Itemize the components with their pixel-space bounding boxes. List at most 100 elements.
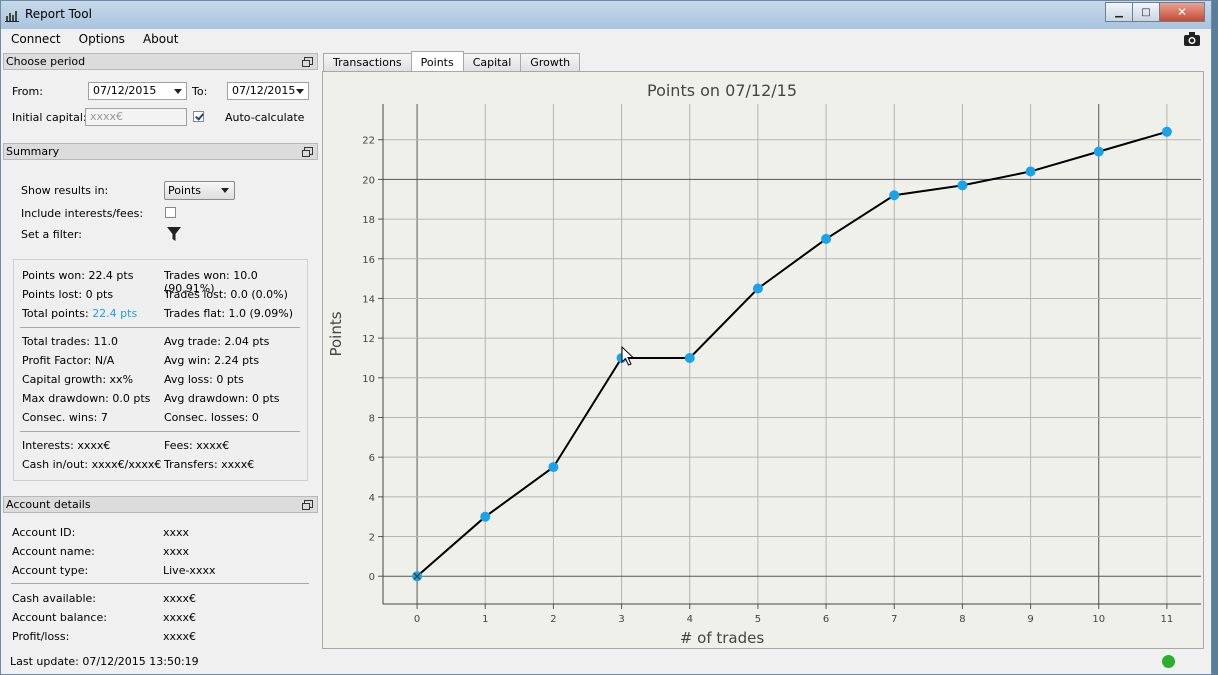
menu-about[interactable]: About [133, 32, 186, 46]
tab-points[interactable]: Points [410, 51, 464, 71]
last-update-text: Last update: 07/12/2015 13:50:19 [10, 655, 199, 668]
y-tick-label: 2 [369, 533, 375, 544]
auto-calculate-label: Auto-calculate [225, 111, 305, 124]
points-chart-area: 0 1 2 3 4 5 6 7 8 9 10 11 0 2 4 6 8 10 12 14 16 18 20 22 Points … [322, 71, 1204, 649]
tab-growth[interactable]: Growth [520, 53, 581, 71]
status-bar: Last update: 07/12/2015 13:50:19 [1, 650, 1211, 674]
close-button[interactable]: ✕ [1159, 2, 1205, 22]
data-point [1161, 126, 1172, 137]
show-results-label: Show results in: [21, 184, 109, 197]
chart-title: Points on 07/12/15 [647, 81, 797, 100]
consec-wins: Consec. wins: 7 [22, 411, 108, 424]
trades-lost: Trades lost: 0.0 (0.0%) [164, 288, 288, 301]
y-tick-label: 18 [362, 215, 375, 226]
cash-in-out: Cash in/out: xxxx€/xxxx€ [22, 458, 162, 471]
chevron-down-icon [221, 188, 229, 193]
close-icon: ✕ [1176, 5, 1188, 19]
data-point [957, 180, 968, 191]
data-point [684, 352, 695, 363]
x-tick-label: 8 [959, 614, 965, 625]
to-date-value: 07/12/2015 [232, 84, 296, 97]
minimize-button[interactable]: ▁ [1105, 2, 1133, 22]
profit-factor: Profit Factor: N/A [22, 354, 115, 367]
show-results-value: Points [168, 184, 202, 197]
data-point [1093, 146, 1104, 157]
account-details-title: Account details [6, 498, 91, 511]
y-axis-label: Points [327, 311, 345, 356]
account-details-header: Account details [3, 496, 318, 513]
undock-icon[interactable] [302, 500, 313, 510]
y-tick-label: 22 [362, 136, 375, 147]
to-label: To: [192, 85, 208, 98]
total-points: Total points: 22.4 pts [22, 307, 137, 320]
y-tick-label: 16 [362, 255, 375, 266]
capital-growth: Capital growth: xx% [22, 373, 134, 386]
include-interests-checkbox[interactable] [165, 207, 176, 218]
x-axis-label: # of trades [680, 629, 765, 647]
y-tick-label: 8 [369, 413, 375, 424]
points-won: Points won: 22.4 pts [22, 269, 134, 282]
x-tick-label: 11 [1161, 614, 1174, 625]
avg-trade: Avg trade: 2.04 pts [164, 335, 270, 348]
transfers: Transfers: xxxx€ [164, 458, 255, 471]
chevron-down-icon [296, 89, 304, 94]
summary-title: Summary [6, 145, 60, 158]
points-lost: Points lost: 0 pts [22, 288, 114, 301]
x-tick-label: 4 [687, 614, 693, 625]
filter-icon[interactable] [166, 226, 182, 242]
max-drawdown: Max drawdown: 0.0 pts [22, 392, 151, 405]
consec-losses: Consec. losses: 0 [164, 411, 259, 424]
y-tick-label: 6 [369, 453, 375, 464]
undock-icon[interactable] [302, 57, 313, 67]
undock-icon[interactable] [302, 147, 313, 157]
divider [20, 431, 300, 432]
divider [11, 583, 309, 584]
avg-drawdown: Avg drawdown: 0 pts [164, 392, 280, 405]
summary-header: Summary [3, 143, 318, 160]
to-date-picker[interactable]: 07/12/2015 [227, 82, 309, 100]
x-tick-label: 7 [891, 614, 897, 625]
account-balance-label: Account balance: [12, 611, 107, 624]
menu-bar: Connect Options About [1, 29, 1211, 49]
initial-capital-placeholder: xxxx€ [90, 110, 124, 123]
x-tick-label: 0 [414, 614, 420, 625]
x-tick-label: 3 [618, 614, 624, 625]
menu-options[interactable]: Options [69, 32, 133, 46]
avg-win: Avg win: 2.24 pts [164, 354, 260, 367]
initial-capital-input[interactable]: xxxx€ [85, 108, 187, 126]
title-bar[interactable]: Report Tool ▁ □ ✕ [1, 1, 1211, 29]
chart-tabs: Transactions Points Capital Growth [323, 51, 581, 71]
chart-app-icon [5, 11, 19, 22]
include-interests-label: Include interests/fees: [21, 207, 144, 220]
avg-loss: Avg loss: 0 pts [164, 373, 244, 386]
from-date-value: 07/12/2015 [93, 84, 157, 97]
points-chart: 0 1 2 3 4 5 6 7 8 9 10 110246810121416182022Points … [327, 81, 1201, 647]
camera-icon[interactable] [1183, 31, 1201, 47]
trades-flat: Trades flat: 1.0 (9.09%) [164, 307, 294, 320]
data-point [1025, 166, 1036, 177]
x-tick-label: 10 [1092, 614, 1105, 625]
tab-transactions[interactable]: Transactions [323, 53, 412, 71]
data-point [821, 233, 832, 244]
maximize-button[interactable]: □ [1132, 2, 1160, 22]
show-results-combo[interactable]: Points [164, 181, 235, 200]
auto-calculate-checkbox[interactable] [193, 111, 204, 122]
account-type-label: Account type: [12, 564, 89, 577]
from-date-picker[interactable]: 07/12/2015 [88, 82, 187, 100]
cash-available-label: Cash available: [12, 592, 96, 605]
data-point [889, 190, 900, 201]
minimize-icon: ▁ [1115, 6, 1123, 18]
account-id-label: Account ID: [12, 526, 76, 539]
y-tick-label: 20 [362, 175, 375, 186]
y-tick-label: 14 [362, 294, 375, 305]
x-tick-label: 6 [823, 614, 829, 625]
tab-capital[interactable]: Capital [462, 53, 522, 71]
from-label: From: [12, 85, 43, 98]
initial-capital-label: Initial capital: [12, 111, 87, 124]
menu-connect[interactable]: Connect [1, 32, 69, 46]
total-points-label: Total points: [22, 307, 93, 320]
set-filter-label: Set a filter: [21, 228, 82, 241]
divider [20, 327, 300, 328]
y-tick-label: 4 [369, 493, 375, 504]
profit-loss-value: xxxx€ [163, 630, 197, 643]
